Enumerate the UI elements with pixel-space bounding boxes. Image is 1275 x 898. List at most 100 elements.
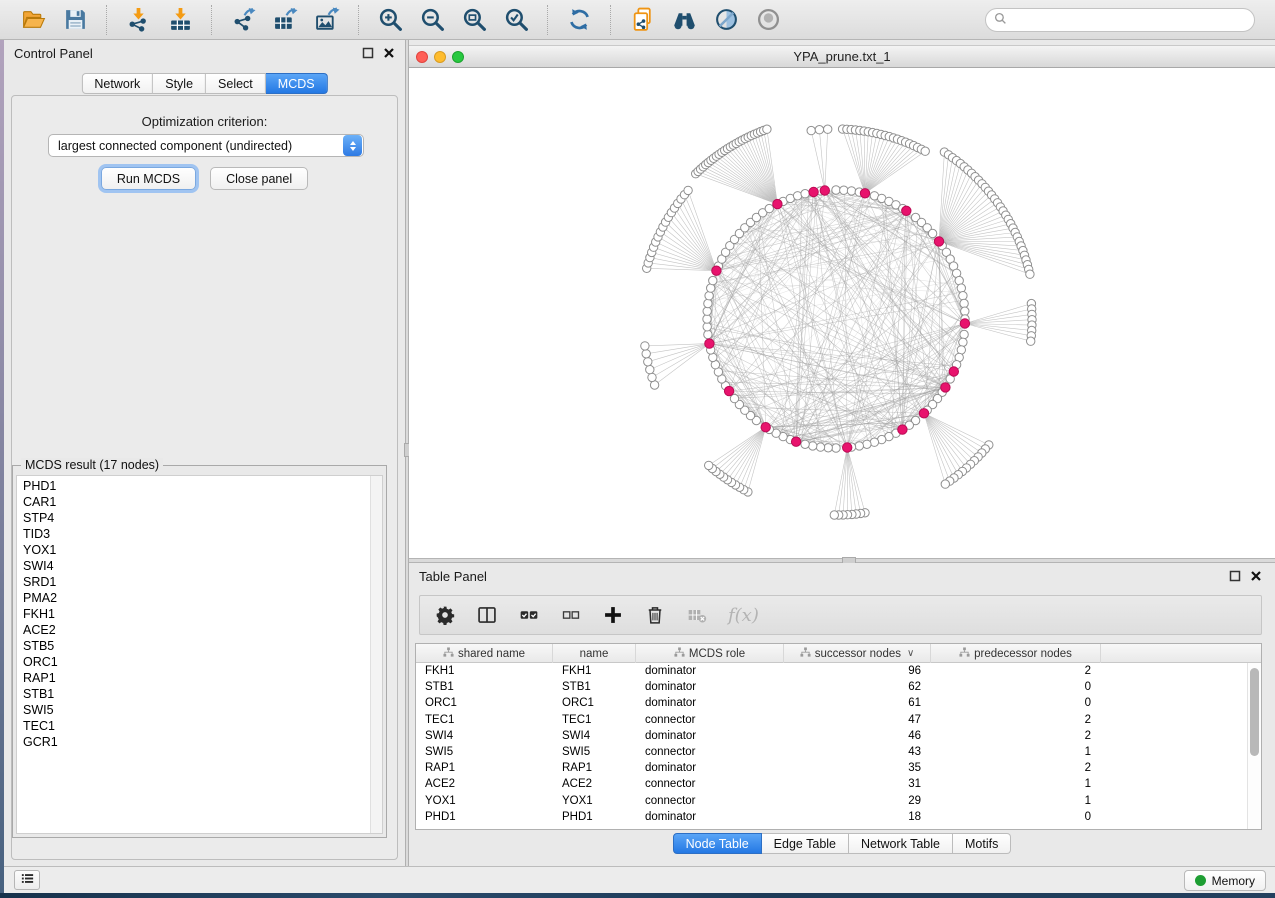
network-node[interactable] [863,440,871,448]
mcds-network-node[interactable] [791,437,800,446]
table-cell[interactable]: 2 [931,762,1101,774]
network-node[interactable] [1026,270,1034,278]
table-row[interactable]: YOX1YOX1connector291 [416,793,1261,809]
zoom-selected-icon[interactable] [501,5,531,35]
mcds-network-node[interactable] [820,186,829,195]
mcds-network-node[interactable] [902,206,911,215]
mcds-network-node[interactable] [724,386,733,395]
table-cell[interactable]: RAP1 [416,762,553,774]
table-cell[interactable]: 1 [931,746,1101,758]
toggle-graphics-details-icon[interactable] [711,5,741,35]
float-panel-icon[interactable] [362,47,374,59]
network-canvas[interactable] [409,68,1275,558]
table-cell[interactable]: 0 [931,697,1101,709]
table-cell[interactable]: 62 [784,681,931,693]
network-node[interactable] [704,330,712,338]
close-window-icon[interactable] [416,51,428,63]
mcds-network-node[interactable] [949,367,958,376]
table-cell[interactable]: ORC1 [416,697,553,709]
zoom-in-icon[interactable] [375,5,405,35]
delete-rows-icon[interactable] [644,604,666,626]
mcds-result-item[interactable]: YOX1 [17,542,382,558]
mcds-result-item[interactable]: TEC1 [17,718,382,734]
network-node[interactable] [959,338,967,346]
export-network-icon[interactable] [228,5,258,35]
table-settings-icon[interactable] [434,604,456,626]
table-row[interactable]: STB1STB1dominator620 [416,679,1261,695]
zoom-fit-icon[interactable] [459,5,489,35]
table-row[interactable]: SWI4SWI4dominator462 [416,728,1261,744]
network-node[interactable] [684,186,692,194]
mcds-result-item[interactable]: PHD1 [17,478,382,494]
column-header-MCDS-role[interactable]: MCDS role [636,644,784,663]
mcds-result-item[interactable]: STB1 [17,686,382,702]
network-node[interactable] [807,126,815,134]
mcds-network-node[interactable] [705,339,714,348]
tab-node-table[interactable]: Node Table [673,833,762,854]
mcds-network-node[interactable] [712,266,721,275]
mcds-result-item[interactable]: GCR1 [17,734,382,750]
network-node[interactable] [830,511,838,519]
close-panel-icon[interactable] [383,47,395,59]
network-node[interactable] [646,365,654,373]
table-row[interactable]: ACE2ACE2connector311 [416,776,1261,792]
mcds-network-node[interactable] [773,199,782,208]
table-cell[interactable]: TEC1 [553,714,636,726]
network-node[interactable] [855,442,863,450]
network-node[interactable] [709,276,717,284]
network-node[interactable] [928,229,936,237]
save-session-icon[interactable] [60,5,90,35]
mcds-result-item[interactable]: SWI5 [17,702,382,718]
network-node[interactable] [960,299,968,307]
import-table-icon[interactable] [165,5,195,35]
network-node[interactable] [763,125,771,133]
table-cell[interactable]: ORC1 [553,697,636,709]
table-cell[interactable]: 47 [784,714,931,726]
network-node[interactable] [959,292,967,300]
table-cell[interactable]: 43 [784,746,931,758]
tab-motifs[interactable]: Motifs [953,833,1011,854]
table-row[interactable]: FKH1FKH1dominator962 [416,663,1261,679]
table-cell[interactable]: PHD1 [416,811,553,823]
mcds-result-item[interactable]: FKH1 [17,606,382,622]
mcds-result-item[interactable]: SWI4 [17,558,382,574]
search-box[interactable] [985,8,1255,32]
birds-eye-view-icon[interactable] [753,5,783,35]
table-row[interactable]: TEC1TEC1connector472 [416,712,1261,728]
network-node[interactable] [705,292,713,300]
mcds-network-node[interactable] [860,189,869,198]
table-cell[interactable]: 18 [784,811,931,823]
table-cell[interactable]: SWI5 [553,746,636,758]
table-scrollbar-thumb[interactable] [1250,668,1259,756]
table-cell[interactable]: dominator [636,730,784,742]
table-cell[interactable]: STB1 [553,681,636,693]
network-node[interactable] [801,190,809,198]
network-node[interactable] [824,125,832,133]
network-node[interactable] [816,443,824,451]
network-node[interactable] [847,187,855,195]
table-cell[interactable]: 61 [784,697,931,709]
table-cell[interactable]: dominator [636,697,784,709]
mcds-result-item[interactable]: TID3 [17,526,382,542]
table-cell[interactable]: dominator [636,665,784,677]
table-row[interactable]: PHD1PHD1dominator180 [416,809,1261,825]
tab-edge-table[interactable]: Edge Table [762,833,849,854]
mcds-network-node[interactable] [761,423,770,432]
table-cell[interactable]: FKH1 [553,665,636,677]
table-cell[interactable]: 46 [784,730,931,742]
mcds-network-node[interactable] [941,383,950,392]
mcds-network-node[interactable] [919,409,928,418]
table-cell[interactable]: 29 [784,795,931,807]
table-cell[interactable]: dominator [636,681,784,693]
network-node[interactable] [703,323,711,331]
tab-style[interactable]: Style [153,73,206,94]
mcds-result-list[interactable]: PHD1CAR1STP4TID3YOX1SWI4SRD1PMA2FKH1ACE2… [16,475,383,834]
table-cell[interactable]: YOX1 [416,795,553,807]
table-cell[interactable]: PHD1 [553,811,636,823]
network-node[interactable] [705,461,713,469]
network-graph[interactable] [409,68,1275,559]
table-cell[interactable]: connector [636,778,784,790]
network-node[interactable] [648,373,656,381]
network-node[interactable] [824,444,832,452]
column-header-predecessor-nodes[interactable]: predecessor nodes [931,644,1101,663]
